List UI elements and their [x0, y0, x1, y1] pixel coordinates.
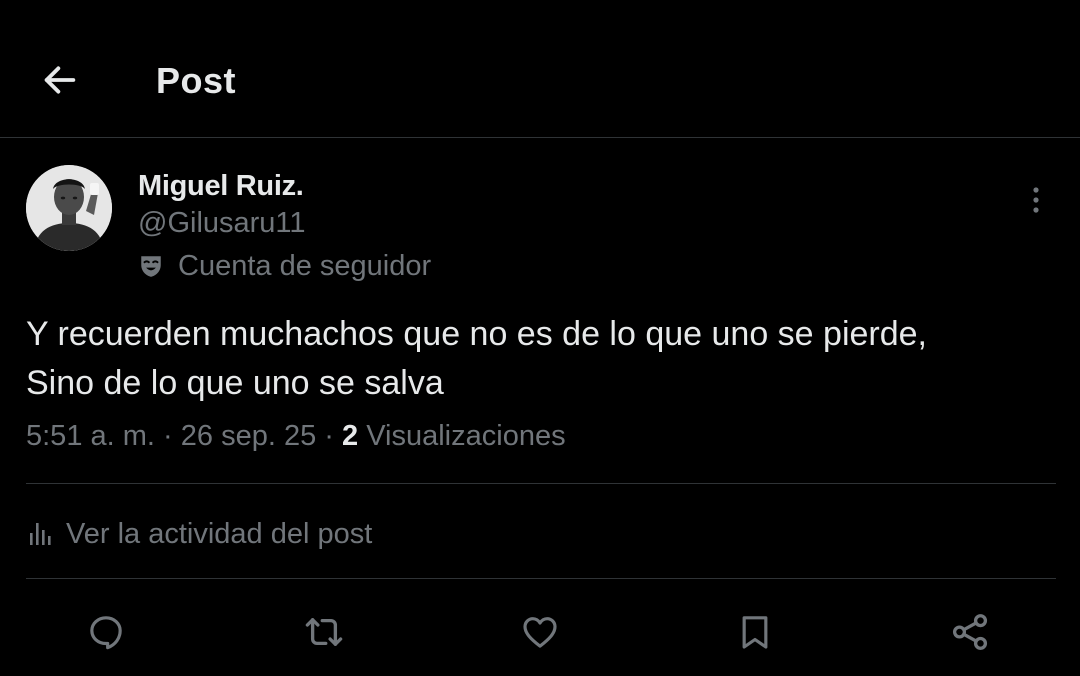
follower-badge-text: Cuenta de seguidor [178, 249, 432, 282]
top-bar: Post [0, 0, 1080, 138]
views-label: Visualizaciones [366, 420, 566, 452]
post-meta: 5:51 a. m. · 26 sep. 25 · 2 Visualizacio… [26, 420, 566, 453]
page-title: Post [156, 60, 237, 101]
reply-button[interactable] [82, 608, 130, 656]
like-button[interactable] [516, 608, 564, 656]
views-count: 2 [342, 420, 359, 452]
author-handle[interactable]: @Gilusaru11 [138, 207, 306, 240]
arrow-left-icon [44, 66, 76, 94]
repost-icon [305, 618, 343, 646]
theater-masks-icon [141, 256, 161, 277]
follower-badge: Cuenta de seguidor [138, 249, 431, 283]
post-date[interactable]: 26 sep. 25 [181, 420, 316, 452]
repost-button[interactable] [300, 608, 348, 656]
divider [26, 578, 1056, 579]
divider [26, 483, 1056, 484]
author-name[interactable]: Miguel Ruiz. [138, 170, 304, 203]
like-icon [523, 617, 557, 648]
share-button[interactable] [946, 608, 994, 656]
share-icon [952, 614, 988, 650]
post-text: Y recuerden muchachos que no es de lo qu… [26, 310, 1056, 408]
bookmark-button[interactable] [731, 608, 779, 656]
post-text-line: Sino de lo que uno se salva [26, 364, 444, 402]
analytics-bars-icon [30, 523, 51, 545]
post-activity-link[interactable]: Ver la actividad del post [28, 513, 372, 555]
post-text-line: Y recuerden muchachos que no es de lo qu… [26, 315, 927, 353]
more-vertical-icon [1033, 187, 1039, 213]
more-options-button[interactable] [1016, 180, 1056, 220]
avatar-photo [26, 165, 112, 251]
bookmark-icon [742, 616, 768, 649]
avatar[interactable] [26, 165, 112, 251]
meta-separator: · [163, 420, 173, 452]
back-button[interactable] [36, 56, 84, 104]
reply-icon [90, 616, 122, 650]
post-time[interactable]: 5:51 a. m. [26, 420, 155, 452]
meta-separator: · [324, 420, 334, 452]
post-activity-label: Ver la actividad del post [66, 517, 373, 550]
